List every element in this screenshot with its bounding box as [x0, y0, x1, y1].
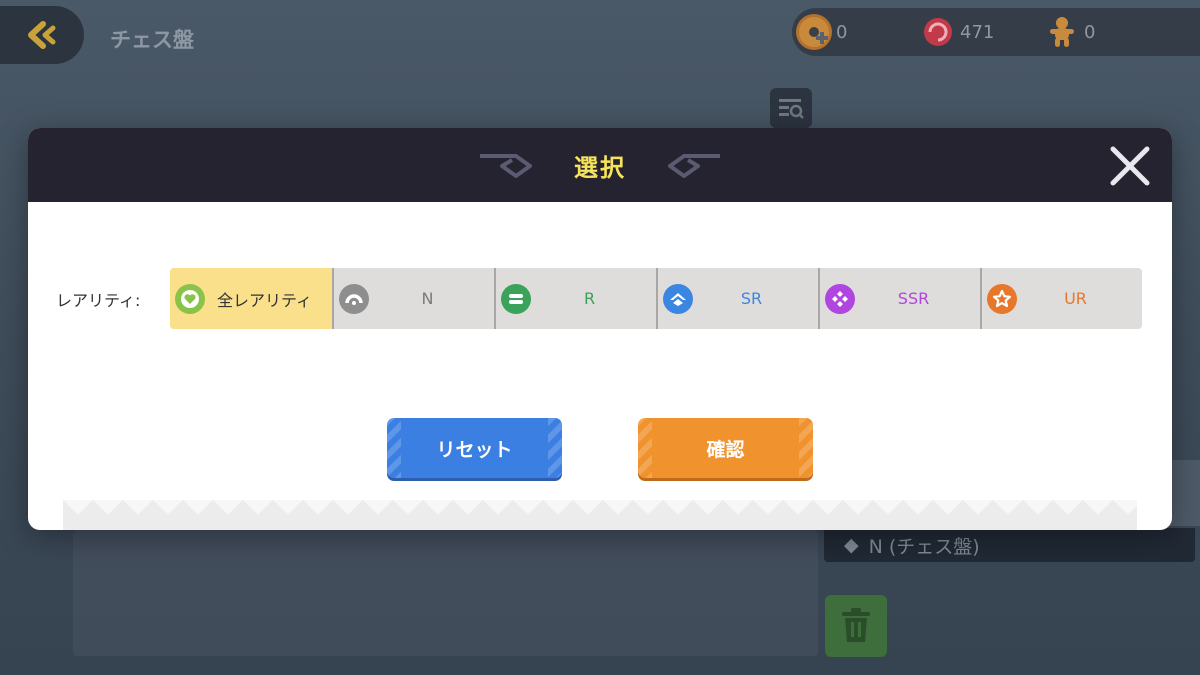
- trash-icon: [842, 608, 870, 642]
- rarity-option-label: UR: [1064, 289, 1087, 308]
- rarity-filter-row: レアリティ: 全レアリティ N R SR SSR UR: [56, 268, 1142, 329]
- back-button[interactable]: [0, 6, 84, 64]
- rarity-option-label: R: [583, 289, 596, 308]
- page-title: チェス盤: [110, 28, 194, 52]
- modal-title: 選択: [574, 153, 626, 182]
- currency-value: 0: [1084, 21, 1096, 43]
- currency-value: 471: [960, 21, 995, 43]
- rarity-option-label: N: [421, 289, 434, 308]
- reset-button[interactable]: リセット: [387, 418, 562, 478]
- rarity-label: レアリティ:: [56, 290, 141, 310]
- currency-donut[interactable]: 0: [796, 14, 916, 50]
- candy-icon: [920, 14, 956, 50]
- rarity-option-r[interactable]: R: [494, 268, 656, 329]
- rarity-option-label: 全レアリティ: [216, 290, 313, 310]
- heart-icon: [175, 283, 205, 314]
- decorative-zigzag-border: [63, 500, 1137, 530]
- rarity-n-icon: [339, 283, 369, 314]
- rarity-options: 全レアリティ N R SR SSR UR: [170, 268, 1142, 329]
- diamond-icon: ◆: [844, 534, 859, 556]
- close-button[interactable]: [1106, 142, 1154, 190]
- close-icon: [1110, 146, 1150, 186]
- rarity-option-ssr[interactable]: SSR: [818, 268, 980, 329]
- rarity-sr-icon: [663, 283, 693, 314]
- ornament-left-icon: [480, 154, 532, 178]
- background-rarity-tag: ◆ N (チェス盤): [824, 528, 1195, 562]
- rarity-r-icon: [501, 283, 531, 314]
- gingerbread-icon: [1044, 14, 1080, 50]
- currency-candy[interactable]: 471: [920, 14, 1040, 50]
- background-panel: [73, 530, 818, 656]
- rarity-option-ur[interactable]: UR: [980, 268, 1142, 329]
- rarity-option-sr[interactable]: SR: [656, 268, 818, 329]
- background-tag-text: N (チェス盤): [868, 535, 980, 558]
- rarity-ur-icon: [987, 283, 1017, 314]
- rarity-ssr-icon: [825, 283, 855, 314]
- currency-value: 0: [836, 21, 848, 43]
- modal-header: 選択: [28, 128, 1172, 202]
- back-arrow-icon: [28, 21, 56, 49]
- confirm-button[interactable]: 確認: [638, 418, 813, 478]
- rarity-option-label: SR: [740, 289, 763, 308]
- filter-search-button[interactable]: [770, 88, 812, 128]
- currency-bar: 0 471 0: [792, 8, 1200, 56]
- delete-button[interactable]: [825, 595, 887, 657]
- rarity-option-label: SSR: [897, 289, 930, 308]
- select-modal: 選択 レアリティ: 全レアリティ N R SR SSR UR リセット 確認: [28, 128, 1172, 530]
- filter-list-icon: [779, 99, 804, 119]
- ornament-right-icon: [668, 154, 720, 178]
- rarity-option-all[interactable]: 全レアリティ: [170, 268, 332, 329]
- rarity-option-n[interactable]: N: [332, 268, 494, 329]
- currency-gingerbread[interactable]: 0: [1044, 14, 1164, 50]
- donut-plus-icon: [796, 14, 832, 50]
